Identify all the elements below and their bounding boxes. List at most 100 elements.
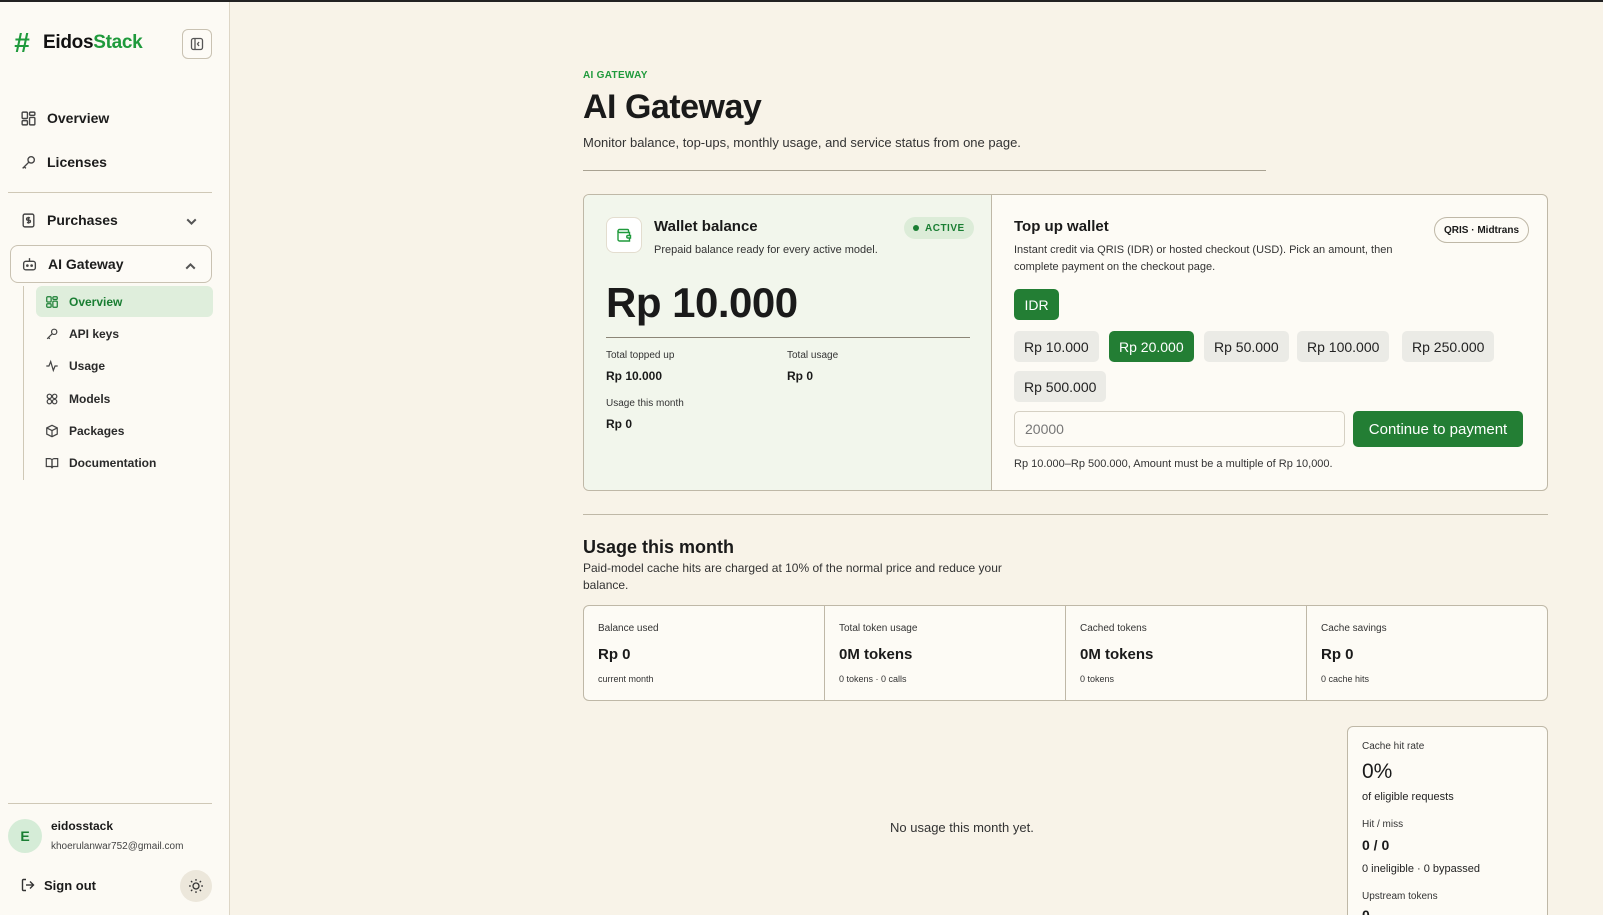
sign-out-label: Sign out [44, 877, 96, 893]
section-divider [583, 514, 1548, 515]
metric-label: Cache savings [1321, 623, 1387, 634]
wallet-amount: Rp 10.000 [606, 279, 798, 326]
package-icon [46, 424, 58, 437]
metric-label: Cached tokens [1080, 623, 1147, 634]
subnav-documentation-label: Documentation [69, 455, 157, 470]
usage-section-title: Usage this month [583, 537, 735, 557]
sign-out-button[interactable]: Sign out [20, 877, 96, 893]
metric-value: 0M tokens [839, 646, 913, 663]
key-icon [46, 328, 58, 339]
chevron-down-icon [186, 218, 197, 226]
amount-option-button[interactable]: Rp 100.000 [1297, 331, 1390, 362]
topup-title: Top up wallet [1014, 218, 1109, 235]
models-icon [46, 393, 58, 404]
metric-value: Rp 0 [1321, 646, 1354, 663]
hit-miss-note: 0 ineligible · 0 bypassed [1362, 863, 1481, 875]
grid-icon [21, 110, 36, 126]
nav-ai-gateway[interactable]: AI Gateway [10, 245, 212, 283]
sun-icon [189, 879, 203, 893]
wallet-icon [606, 217, 642, 253]
upstream-tokens-label: Upstream tokens [1362, 891, 1438, 902]
page-subtitle: Monitor balance, top-ups, monthly usage,… [583, 135, 1021, 150]
wallet-title: Wallet balance [654, 218, 758, 235]
cache-hit-rate-note: of eligible requests [1362, 791, 1454, 803]
usage-metrics-card: Balance used Rp 0 current month Total to… [583, 605, 1548, 701]
subnav-usage[interactable]: Usage [36, 350, 213, 381]
hit-miss-value: 0 / 0 [1362, 837, 1390, 853]
subnav-overview[interactable]: Overview [36, 286, 213, 317]
metric-cache-savings: Cache savings Rp 0 0 cache hits [1307, 606, 1547, 700]
total-usage-value: Rp 0 [787, 369, 814, 383]
nav-ai-gateway-label: AI Gateway [48, 256, 124, 272]
topup-hint: Rp 10.000–Rp 500.000, Amount must be a m… [1014, 458, 1333, 470]
metric-cached-tokens: Cached tokens 0M tokens 0 tokens [1066, 606, 1307, 700]
total-topped-up-value: Rp 10.000 [606, 369, 663, 383]
nav-purchases[interactable]: Purchases [10, 201, 212, 239]
metric-note: current month [598, 674, 654, 684]
book-icon [45, 457, 59, 468]
nav-licenses[interactable]: Licenses [10, 143, 212, 181]
usage-this-month-label: Usage this month [606, 398, 684, 409]
page-eyebrow: AI GATEWAY [583, 70, 648, 81]
status-dot-icon [913, 225, 919, 231]
amount-option-button[interactable]: Rp 250.000 [1402, 331, 1495, 362]
avatar: E [8, 819, 42, 853]
subnav-api-keys[interactable]: API keys [36, 318, 213, 349]
nav-overview[interactable]: Overview [10, 99, 212, 137]
subnav-api-keys-label: API keys [69, 326, 120, 341]
topup-panel: Top up wallet Instant credit via QRIS (I… [992, 195, 1547, 490]
metric-note: 0 cache hits [1321, 674, 1370, 684]
sidebar: # EidosStack Overview Licenses Purchases… [0, 2, 230, 915]
metric-value: 0M tokens [1080, 646, 1154, 663]
user-name: eidosstack [51, 819, 114, 833]
chevron-up-icon [185, 262, 196, 270]
bot-icon [22, 257, 37, 271]
cache-hit-rate-label: Cache hit rate [1362, 741, 1425, 752]
usage-section-subtitle: Paid-model cache hits are charged at 10%… [583, 561, 1002, 592]
wallet-topup-card: Wallet balance Prepaid balance ready for… [583, 194, 1548, 491]
collapse-sidebar-button[interactable] [182, 29, 212, 59]
currency-idr-button[interactable]: IDR [1014, 289, 1059, 320]
brand-logo[interactable]: # EidosStack [9, 27, 143, 58]
nav-overview-label: Overview [47, 110, 110, 126]
continue-to-payment-button[interactable]: Continue to payment [1353, 411, 1523, 447]
custom-amount-input[interactable] [1014, 411, 1345, 447]
hash-logo-icon: # [14, 27, 30, 58]
status-badge: ACTIVE [904, 217, 974, 239]
theme-toggle-button[interactable] [180, 870, 212, 902]
topup-description: Instant credit via QRIS (IDR) or hosted … [1014, 244, 1393, 273]
upstream-tokens-value: 0 [1362, 907, 1370, 915]
amount-option-button[interactable]: Rp 10.000 [1014, 331, 1099, 362]
sign-out-icon [21, 878, 35, 892]
metric-note: 0 tokens [1080, 674, 1115, 684]
key-icon [22, 155, 36, 169]
total-topped-up-label: Total topped up [606, 350, 675, 361]
total-usage-label: Total usage [787, 350, 839, 361]
subnav-packages-label: Packages [69, 423, 125, 438]
cache-stats-card: Cache hit rate 0% of eligible requests H… [1347, 726, 1548, 915]
amount-option-button[interactable]: Rp 500.000 [1014, 371, 1107, 402]
subnav-models-label: Models [69, 391, 111, 406]
metric-total-token-usage: Total token usage 0M tokens 0 tokens · 0… [825, 606, 1066, 700]
receipt-icon [22, 212, 35, 228]
metric-value: Rp 0 [598, 646, 631, 663]
subnav-packages[interactable]: Packages [36, 415, 213, 446]
subnav-models[interactable]: Models [36, 383, 213, 414]
wallet-balance-panel: Wallet balance Prepaid balance ready for… [584, 195, 992, 490]
cache-hit-rate-value: 0% [1362, 760, 1393, 783]
subnav-documentation[interactable]: Documentation [36, 447, 213, 478]
grid-icon [46, 295, 58, 308]
empty-usage-message: No usage this month yet. [890, 820, 1034, 835]
subnav-usage-label: Usage [69, 358, 106, 373]
ai-gateway-subnav: Overview API keys Usage Models Packages … [23, 286, 213, 480]
metric-balance-used: Balance used Rp 0 current month [584, 606, 825, 700]
nav-licenses-label: Licenses [47, 154, 107, 170]
amount-option-button[interactable]: Rp 50.000 [1204, 331, 1289, 362]
brand-name: EidosStack [43, 32, 143, 53]
amount-option-button-selected[interactable]: Rp 20.000 [1109, 331, 1194, 362]
main-content: AI GATEWAY AI Gateway Monitor balance, t… [230, 2, 1603, 915]
nav-purchases-label: Purchases [47, 212, 118, 228]
status-badge-label: ACTIVE [925, 222, 965, 234]
user-email: khoerulanwar752@gmail.com [51, 841, 184, 852]
wallet-subtitle: Prepaid balance ready for every active m… [654, 244, 878, 256]
